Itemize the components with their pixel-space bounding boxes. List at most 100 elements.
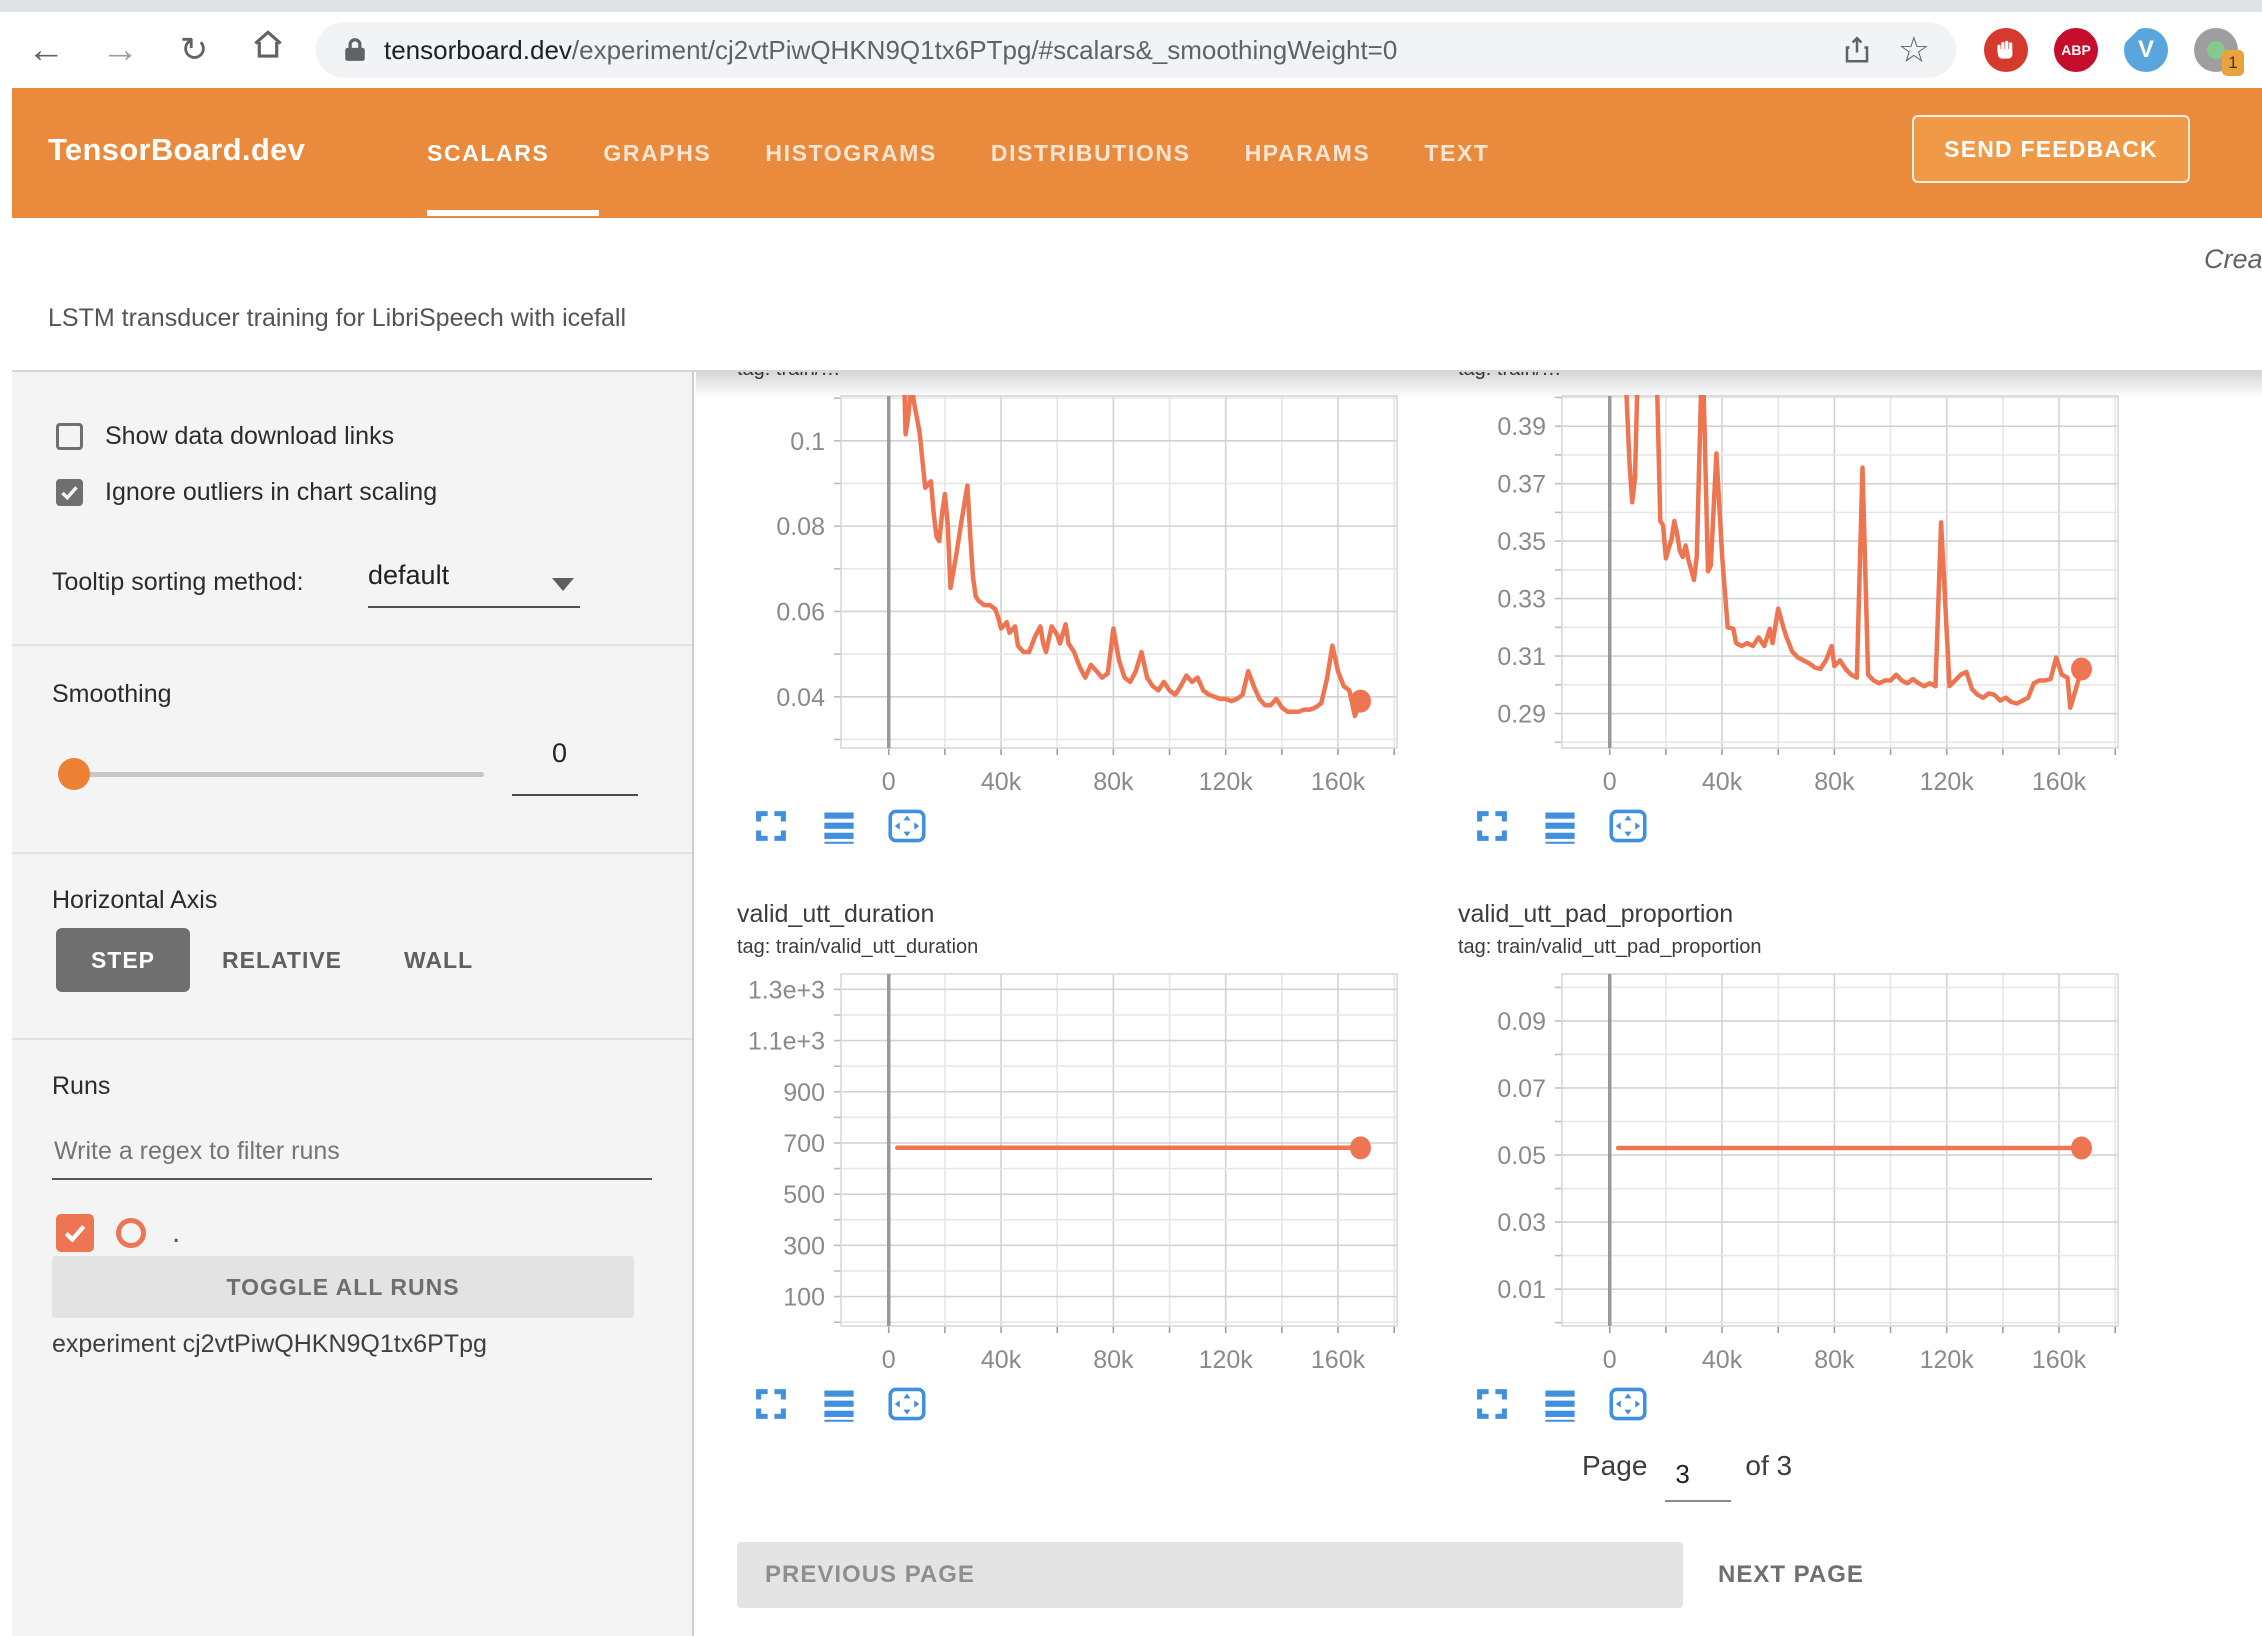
chart-toolbar	[696, 798, 1417, 854]
smoothing-label: Smoothing	[52, 680, 172, 709]
chart-toolbar	[1417, 798, 2138, 854]
chart-tag: tag: train/…	[1417, 372, 2138, 386]
chart-toolbar	[696, 1376, 1417, 1432]
abp-extension-icon[interactable]: ABP	[2054, 28, 2098, 72]
share-icon[interactable]	[1842, 33, 1872, 67]
svg-text:0.07: 0.07	[1497, 1075, 1546, 1103]
smoothing-slider-track[interactable]	[74, 772, 484, 777]
lock-icon	[342, 35, 368, 65]
profile-extension-icon[interactable]: 1	[2194, 28, 2238, 72]
chart-tag: tag: train/valid_utt_duration	[696, 932, 1417, 964]
ignore-outliers-checkbox[interactable]	[56, 479, 83, 506]
horizontal-axis-label: Horizontal Axis	[52, 886, 217, 915]
fit-domain-icon[interactable]	[888, 1385, 926, 1423]
axis-step-button[interactable]: STEP	[56, 928, 190, 992]
svg-text:0.31: 0.31	[1497, 643, 1546, 671]
scalar-line-chart[interactable]: 040k80k120k160k1003005007009001.1e+31.3e…	[696, 964, 1417, 1376]
tensorboard-logo: TensorBoard.dev	[48, 132, 305, 168]
tab-histograms[interactable]: HISTOGRAMS	[765, 140, 936, 167]
svg-text:0.37: 0.37	[1497, 471, 1546, 499]
run-color-swatch-icon	[116, 1218, 146, 1248]
expand-lines-icon[interactable]	[1541, 807, 1579, 845]
svg-text:1.1e+3: 1.1e+3	[748, 1028, 825, 1056]
home-icon[interactable]	[246, 26, 290, 74]
tooltip-sorting-dropdown[interactable]: default	[368, 560, 580, 608]
svg-text:100: 100	[783, 1284, 825, 1312]
stop-hand-extension-icon[interactable]	[1984, 28, 2028, 72]
bookmark-star-icon[interactable]: ☆	[1898, 32, 1930, 68]
svg-text:0.05: 0.05	[1497, 1142, 1546, 1170]
show-download-links-row[interactable]: Show data download links	[56, 422, 394, 451]
scalar-line-chart[interactable]: 040k80k120k160k0.010.030.050.070.09	[1417, 964, 2138, 1376]
back-icon[interactable]: ←	[24, 28, 68, 72]
svg-text:0.1: 0.1	[790, 428, 825, 456]
url-domain: tensorboard.dev	[384, 35, 572, 66]
fullscreen-icon[interactable]	[752, 807, 790, 845]
page-label: Page	[1582, 1450, 1647, 1482]
fit-domain-icon[interactable]	[888, 807, 926, 845]
page-number-input[interactable]: 3	[1665, 1459, 1731, 1502]
expand-lines-icon[interactable]	[820, 807, 858, 845]
tab-distributions[interactable]: DISTRIBUTIONS	[991, 140, 1191, 167]
svg-text:1.3e+3: 1.3e+3	[748, 976, 825, 1004]
reload-icon[interactable]: ↻	[172, 28, 216, 72]
scalar-line-chart[interactable]: 040k80k120k160k0.290.310.330.350.370.39	[1417, 386, 2138, 798]
tensorboard-header: TensorBoard.dev SCALARS GRAPHS HISTOGRAM…	[12, 88, 2262, 218]
tab-text[interactable]: TEXT	[1424, 140, 1489, 167]
svg-text:0: 0	[1603, 1346, 1617, 1374]
divider	[12, 852, 692, 854]
page: ← → ↻ tensorboard.dev /experiment/cj2vtP…	[0, 0, 2262, 1636]
next-page-button[interactable]: NEXT PAGE	[1718, 1542, 1864, 1608]
smoothing-slider-thumb[interactable]	[58, 758, 90, 790]
svg-text:300: 300	[783, 1232, 825, 1260]
axis-relative-button[interactable]: RELATIVE	[222, 928, 342, 992]
expand-lines-icon[interactable]	[1541, 1385, 1579, 1423]
v-extension-icon[interactable]: V	[2124, 28, 2168, 72]
svg-text:160k: 160k	[2032, 1346, 2087, 1374]
fullscreen-icon[interactable]	[752, 1385, 790, 1423]
extensions-area: ABP V 1	[1984, 28, 2262, 72]
axis-wall-button[interactable]: WALL	[404, 928, 473, 992]
chart-card-valid-utt-pad-proportion: valid_utt_pad_proportion tag: train/vali…	[1417, 896, 2138, 1432]
svg-text:40k: 40k	[981, 1346, 1022, 1374]
fit-domain-icon[interactable]	[1609, 1385, 1647, 1423]
browser-chrome: ← → ↻ tensorboard.dev /experiment/cj2vtP…	[0, 0, 2262, 88]
svg-text:0.03: 0.03	[1497, 1209, 1546, 1237]
run-row[interactable]: .	[56, 1214, 180, 1252]
forward-icon[interactable]: →	[98, 28, 142, 72]
url-bar[interactable]: tensorboard.dev /experiment/cj2vtPiwQHKN…	[316, 22, 1956, 78]
fit-domain-icon[interactable]	[1609, 807, 1647, 845]
runs-regex-input[interactable]	[52, 1124, 652, 1180]
ignore-outliers-row[interactable]: Ignore outliers in chart scaling	[56, 478, 437, 507]
smoothing-value-input[interactable]: 0	[512, 738, 638, 796]
svg-text:0: 0	[882, 768, 896, 796]
show-download-links-label: Show data download links	[105, 422, 394, 451]
fullscreen-icon[interactable]	[1473, 1385, 1511, 1423]
chart-title: valid_utt_pad_proportion	[1417, 896, 2138, 932]
svg-text:40k: 40k	[1702, 1346, 1743, 1374]
previous-page-button[interactable]: PREVIOUS PAGE	[737, 1542, 1683, 1608]
run-name: .	[172, 1216, 180, 1250]
send-feedback-button[interactable]: SEND FEEDBACK	[1912, 115, 2190, 183]
chart-card-valid-utt-duration: valid_utt_duration tag: train/valid_utt_…	[696, 896, 1417, 1432]
show-download-links-checkbox[interactable]	[56, 423, 83, 450]
subheader: Crea LSTM transducer training for LibriS…	[12, 218, 2262, 372]
svg-text:0.04: 0.04	[776, 684, 825, 712]
fullscreen-icon[interactable]	[1473, 807, 1511, 845]
tab-graphs[interactable]: GRAPHS	[603, 140, 711, 167]
svg-text:120k: 120k	[1199, 768, 1254, 796]
chart-toolbar	[1417, 1376, 2138, 1432]
svg-text:80k: 80k	[1093, 1346, 1134, 1374]
run-checkbox[interactable]	[56, 1214, 94, 1252]
svg-text:40k: 40k	[1702, 768, 1743, 796]
tooltip-sorting-value: default	[368, 560, 449, 590]
scalar-line-chart[interactable]: 040k80k120k160k0.040.060.080.1	[696, 386, 1417, 798]
tab-scalars[interactable]: SCALARS	[427, 140, 549, 167]
charts-content: tag: train/… 040k80k120k160k0.040.060.08…	[696, 372, 2262, 1636]
tab-hparams[interactable]: HPARAMS	[1245, 140, 1371, 167]
svg-text:80k: 80k	[1814, 768, 1855, 796]
page-of-label: of 3	[1745, 1450, 1792, 1482]
toggle-all-runs-button[interactable]: TOGGLE ALL RUNS	[52, 1256, 634, 1318]
svg-text:0.06: 0.06	[776, 598, 825, 626]
expand-lines-icon[interactable]	[820, 1385, 858, 1423]
